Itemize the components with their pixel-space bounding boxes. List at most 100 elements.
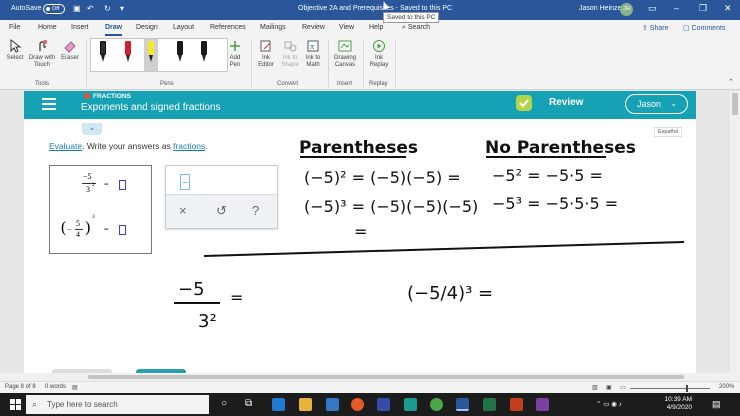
add-pen-button[interactable]: Add Pen [226, 39, 244, 69]
maximize-icon[interactable]: ❐ [699, 3, 707, 14]
ribbon: Select Draw with Touch Eraser Tools Pens… [0, 36, 740, 90]
print-layout-icon[interactable]: ▣ [606, 384, 612, 391]
more-icon[interactable]: ▾ [120, 4, 124, 13]
page-count[interactable]: Page 8 of 8 [5, 384, 36, 390]
undo-icon[interactable]: ↶ [87, 4, 94, 13]
touch-draw-icon [39, 40, 47, 51]
drawing-canvas-button[interactable]: Drawing Canvas [331, 39, 359, 69]
autosave-toggle[interactable]: Off [43, 4, 65, 14]
ink-to-shape-icon [284, 41, 297, 52]
draw-with-touch-button[interactable]: Draw with Touch [27, 39, 57, 69]
eraser-button[interactable]: Eraser [59, 39, 81, 62]
mail-icon[interactable] [326, 398, 339, 411]
tab-mailings[interactable]: Mailings [260, 24, 286, 31]
chrome-icon[interactable] [430, 398, 443, 411]
zoom-level[interactable]: 200% [719, 384, 734, 390]
ink-to-math-button[interactable]: π Ink to Math [302, 39, 324, 69]
pen-black-3[interactable] [200, 41, 208, 63]
tab-help[interactable]: Help [369, 24, 383, 31]
replay-icon [373, 40, 385, 52]
pen-black-2[interactable] [176, 41, 184, 63]
cortana-icon[interactable]: ○ [221, 398, 227, 409]
excel-icon[interactable] [483, 398, 496, 411]
tab-layout[interactable]: Layout [173, 24, 194, 31]
tab-draw[interactable]: Draw [105, 24, 123, 36]
eraser-icon [64, 41, 76, 53]
ink-annotations: Parentheses No Parentheses (−5)² = (−5)(… [174, 138, 685, 332]
document-title: Objective 2A and Prerequisites - Saved t… [298, 5, 453, 12]
divider [251, 39, 252, 87]
tray-icons[interactable]: ⌃ ▭ ◉ ♪ [596, 400, 622, 408]
zoom-slider[interactable] [630, 385, 710, 392]
pens-group-label: Pens [160, 81, 174, 87]
ink-to-math-label: Ink to Math [305, 55, 321, 68]
notifications-icon[interactable]: ▤ [712, 399, 721, 410]
app-icon[interactable] [404, 398, 417, 411]
minimize-icon[interactable]: – [674, 3, 679, 13]
ink-bottom-left-numerator: −5 [178, 279, 205, 300]
divider [395, 39, 396, 87]
app-b-icon[interactable] [377, 398, 390, 411]
select-button[interactable]: Select [5, 39, 25, 62]
pointer-icon [10, 39, 22, 53]
ink-to-math-icon: π [307, 40, 319, 52]
ink-replay-button[interactable]: Ink Replay [367, 39, 391, 69]
onenote-icon[interactable] [536, 398, 549, 411]
word-count[interactable]: 0 words [45, 384, 66, 390]
document-page: FRACTIONS Exponents and signed fractions… [24, 91, 696, 373]
task-view-icon[interactable]: ⧉ [245, 398, 252, 409]
tab-view[interactable]: View [339, 24, 354, 31]
ribbon-display-icon[interactable]: ▭ [648, 3, 657, 14]
convert-group-label: Convert [277, 81, 299, 87]
clock[interactable]: 10:39 AM 4/9/2020 [652, 396, 692, 412]
highlighter-yellow[interactable] [147, 41, 155, 63]
file-explorer-icon[interactable] [299, 398, 312, 411]
close-icon[interactable]: ✕ [724, 3, 732, 14]
save-icon[interactable]: ▣ [73, 4, 81, 13]
tell-me-search[interactable]: ⌕ Search [402, 24, 430, 32]
user-name[interactable]: Jason Heinze [579, 5, 621, 12]
tab-home[interactable]: Home [38, 24, 57, 31]
horizontal-scrollbar[interactable] [0, 373, 740, 381]
ink-bottom-right: (−5/4)³ = [407, 283, 493, 304]
taskbar-search-box[interactable]: ⌕ Type here to search [26, 395, 209, 414]
replay-group-label: Replay [369, 81, 388, 87]
tab-design[interactable]: Design [136, 24, 158, 31]
read-mode-icon[interactable]: ▥ [592, 384, 598, 391]
hscroll-thumb[interactable] [88, 375, 684, 379]
powerpoint-icon[interactable] [510, 398, 523, 411]
redo-icon[interactable]: ↻ [104, 4, 111, 13]
pen-red[interactable] [124, 41, 132, 63]
scrollbar-thumb[interactable] [732, 93, 738, 115]
tab-references[interactable]: References [210, 24, 246, 31]
ink-line2-right: −5³ = −5·5·5 = [492, 194, 618, 213]
avatar[interactable]: JH [620, 3, 633, 16]
tab-insert[interactable]: Insert [71, 24, 89, 31]
share-button[interactable]: ⇪ Share [642, 24, 669, 32]
collapse-ribbon-icon[interactable]: ⌃ [728, 78, 734, 86]
tools-group-label: Tools [35, 81, 50, 87]
plus-icon [230, 41, 240, 51]
pen-black[interactable] [99, 41, 107, 63]
tab-file[interactable]: File [9, 24, 20, 31]
edge-browser-icon[interactable] [272, 398, 285, 411]
proofing-icon[interactable]: ▤ [72, 384, 78, 391]
select-label: Select [6, 55, 24, 61]
firefox-icon[interactable] [351, 398, 364, 411]
tab-review[interactable]: Review [302, 24, 325, 31]
word-icon[interactable] [456, 398, 469, 411]
ink-editor-label: Ink Editor [258, 55, 274, 68]
ink-divider-line [203, 241, 685, 257]
vertical-scrollbar[interactable] [730, 91, 740, 373]
ink-replay-label: Ink Replay [369, 55, 389, 68]
divider [363, 39, 364, 87]
ink-heading-no-parentheses: No Parentheses [485, 138, 636, 158]
ink-line2-left: (−5)³ = (−5)(−5)(−5) [304, 197, 478, 216]
ink-editor-button[interactable]: Ink Editor [254, 39, 278, 69]
web-layout-icon[interactable]: ▭ [620, 384, 626, 391]
ink-to-shape-button[interactable]: Ink to Shape [278, 39, 302, 69]
windows-start-icon[interactable] [10, 399, 21, 410]
ink-to-shape-label: Ink to Shape [281, 55, 299, 68]
ink-bottom-left-equals: = [230, 288, 243, 307]
comments-button[interactable]: ▢ Comments [683, 24, 725, 32]
